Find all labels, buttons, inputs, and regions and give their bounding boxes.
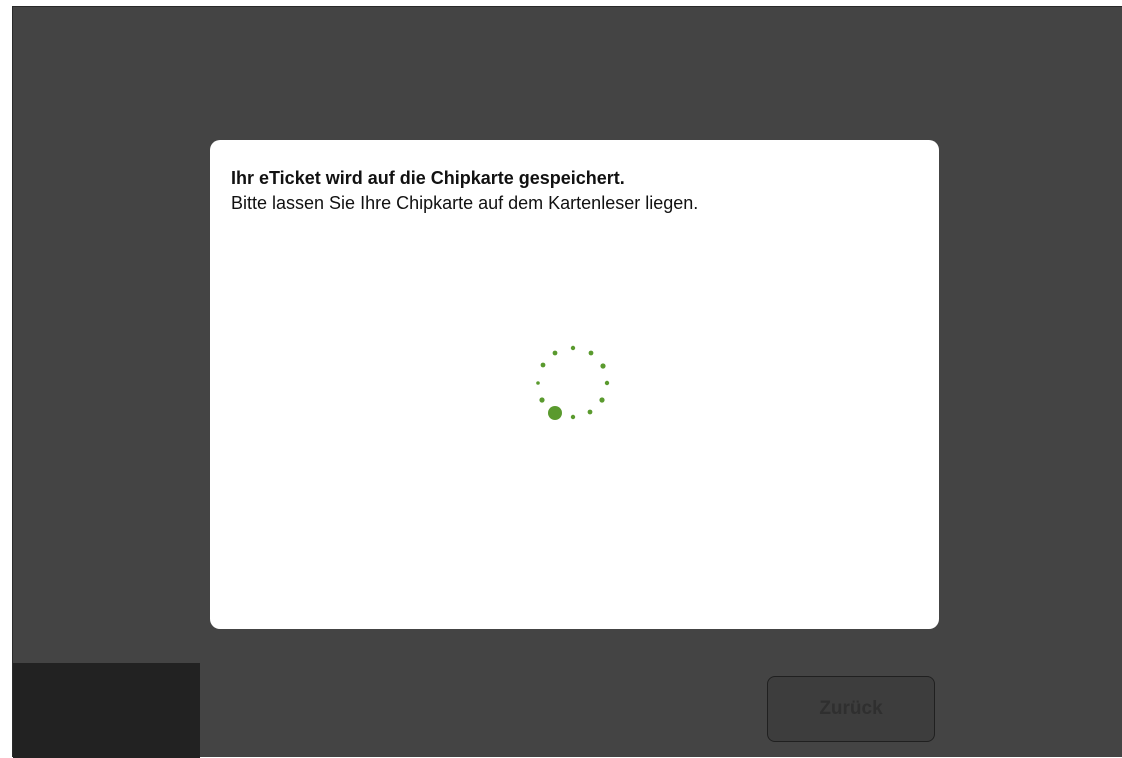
spinner-dot (570, 345, 576, 351)
spinner-dot (540, 362, 546, 368)
spinner-dot (588, 350, 594, 356)
dialog-message: Bitte lassen Sie Ihre Chipkarte auf dem … (231, 193, 699, 213)
loading-spinner-icon (536, 345, 610, 420)
spinner-dot (587, 409, 593, 415)
back-button[interactable]: Zurück (767, 676, 935, 742)
dialog-title: Ihr eTicket wird auf die Chipkarte gespe… (231, 168, 625, 188)
spinner-dot (536, 381, 540, 385)
spinner-dot (570, 414, 576, 420)
status-dialog: Ihr eTicket wird auf die Chipkarte gespe… (210, 140, 939, 629)
spinner-dot (604, 380, 610, 386)
spinner-dot (552, 350, 558, 356)
spinner-dot (539, 397, 545, 403)
spinner-dot-active (548, 406, 562, 420)
spinner-dot (599, 397, 605, 403)
spinner-dot (600, 363, 606, 369)
bottom-left-panel (13, 663, 200, 758)
kiosk-screen: Ihr eTicket wird auf die Chipkarte gespe… (12, 6, 1122, 758)
